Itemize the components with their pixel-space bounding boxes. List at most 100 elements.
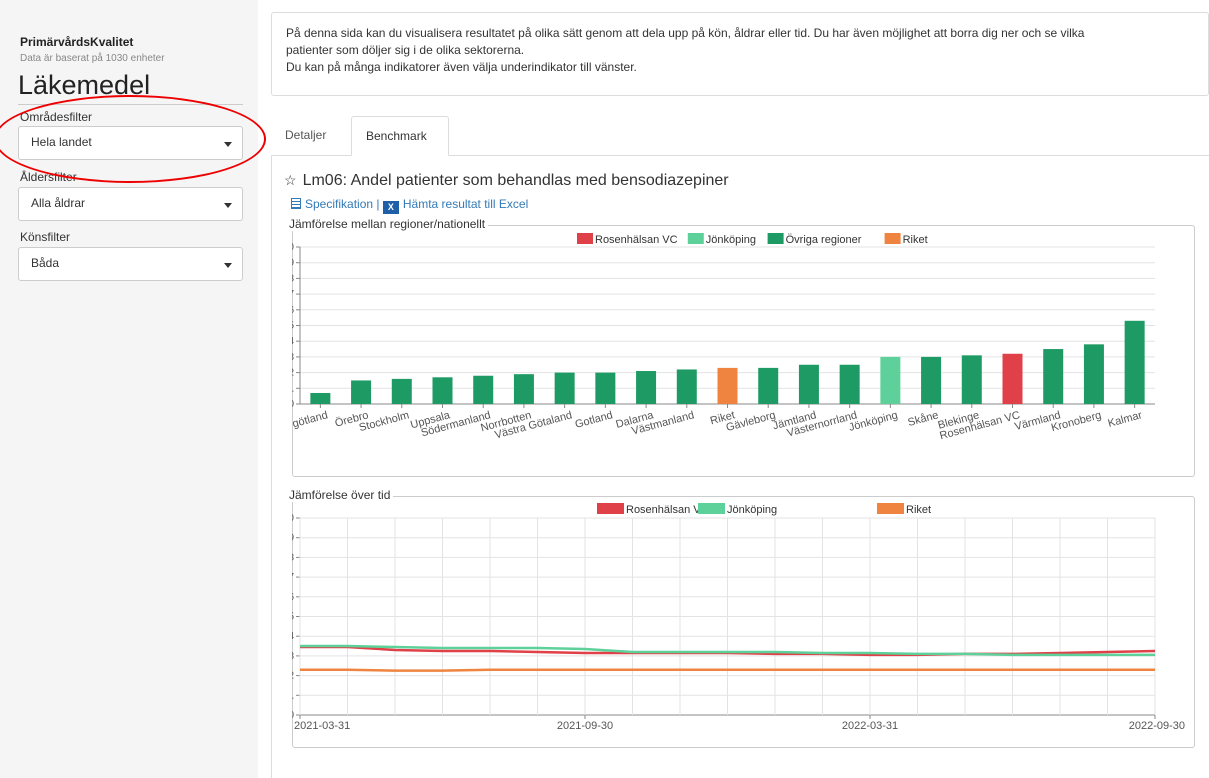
bar (554, 372, 575, 404)
legend-swatch (597, 503, 624, 514)
bar (310, 393, 331, 404)
y-tick-label: 7 (292, 572, 294, 583)
y-tick-label: 9 (292, 533, 294, 544)
bar (758, 367, 779, 404)
y-tick-label: 8 (292, 552, 294, 563)
bar (351, 380, 372, 404)
legend-swatch (577, 233, 593, 244)
legend-label: Rosenhälsan VC (626, 504, 709, 516)
gender-filter-select[interactable]: Båda (18, 247, 243, 281)
info-line: patienter som döljer sig i de olika sekt… (286, 43, 525, 57)
x-tick-label: Kalmar (1107, 409, 1144, 430)
legend-swatch (884, 233, 901, 244)
bar (432, 377, 453, 404)
gender-filter-value: Båda (31, 256, 60, 270)
indicator-title-text: Lm06: Andel patienter som behandlas med … (302, 172, 729, 189)
bar (473, 375, 494, 404)
legend-swatch (687, 233, 704, 244)
app-title: PrimärvårdsKvalitet (20, 35, 134, 49)
y-tick-label: 3 (292, 352, 294, 363)
bar (636, 371, 657, 404)
info-line: På denna sida kan du visualisera resulta… (286, 26, 1085, 40)
y-tick-label: 9 (292, 258, 294, 269)
y-tick-label: 7 (292, 289, 294, 300)
age-filter-value: Alla åldrar (31, 196, 86, 210)
area-filter-value: Hela landet (31, 135, 92, 149)
document-icon (291, 198, 301, 209)
y-tick-label: 10 (292, 513, 294, 524)
chevron-down-icon (224, 263, 232, 268)
tab-bar: Detaljer Benchmark (271, 116, 1209, 156)
y-tick-label: 6 (292, 305, 294, 316)
y-tick-label: 10 (292, 242, 294, 253)
bar (921, 356, 942, 404)
bar (961, 355, 982, 404)
line-chart: 0123456789102021-03-312021-09-302022-03-… (292, 503, 1185, 732)
legend-swatch (698, 503, 725, 514)
series-line (300, 668, 1155, 672)
x-tick-label: 2021-09-30 (557, 720, 613, 732)
gender-filter-label: Könsfilter (20, 230, 71, 244)
bar (1124, 320, 1145, 404)
tab-benchmark[interactable]: Benchmark (351, 116, 449, 156)
bar (513, 374, 534, 404)
excel-export-link[interactable]: Hämta resultat till Excel (403, 197, 528, 211)
bar-chart: 0 1 2 3 4 5 6 7 8 9 10 Rosenhälsan VC Jönköping Övrig… (292, 233, 1155, 442)
y-tick-label: 4 (292, 336, 294, 347)
y-tick-label: 2 (292, 671, 294, 682)
x-tick-label: Gotland (574, 409, 614, 431)
age-filter-select[interactable]: Alla åldrar (18, 187, 243, 221)
chevron-down-icon (224, 203, 232, 208)
bar (798, 364, 819, 404)
x-tick-label: 2022-03-31 (842, 720, 898, 732)
area-filter-label: Områdesfilter (20, 110, 93, 124)
y-tick-label: 1 (292, 690, 294, 701)
info-line: Du kan på många indikatorer även välja u… (286, 60, 637, 74)
bar (1083, 344, 1104, 404)
tab-details[interactable]: Detaljer (271, 116, 350, 156)
y-tick-label: 3 (292, 651, 294, 662)
indicator-title: ☆ Lm06: Andel patienter som behandlas med… (284, 172, 729, 190)
y-tick-label: 8 (292, 273, 294, 284)
chevron-down-icon (224, 142, 232, 147)
legend-label: Rosenhälsan VC (595, 234, 678, 246)
y-tick-label: 2 (292, 368, 294, 379)
bar (1002, 353, 1023, 404)
bar-chart-title: Jämförelse mellan regioner/nationellt (286, 217, 489, 231)
bar (880, 356, 901, 404)
legend-swatch (767, 233, 784, 244)
legend-label: Jönköping (706, 234, 756, 246)
y-tick-label: 0 (292, 399, 294, 410)
bar (717, 367, 738, 404)
legend-label: Jönköping (727, 504, 777, 516)
legend-label: Riket (903, 234, 928, 246)
bar (391, 378, 412, 404)
y-tick-label: 1 (292, 383, 294, 394)
star-icon[interactable]: ☆ (284, 172, 297, 188)
bar (839, 364, 860, 404)
y-tick-label: 5 (292, 321, 294, 332)
page-title: Läkemedel (18, 70, 151, 100)
y-tick-label: 6 (292, 592, 294, 603)
bar (1043, 349, 1064, 404)
specification-link[interactable]: Specifikation (305, 197, 373, 211)
info-box: På denna sida kan du visualisera resulta… (271, 12, 1209, 96)
y-tick-label: 4 (292, 631, 294, 642)
x-tick-label: 2022-09-30 (1129, 720, 1185, 732)
bar (595, 372, 616, 404)
y-tick-label: 5 (292, 612, 294, 623)
legend-label: Övriga regioner (786, 234, 862, 246)
age-filter-label: Åldersfilter (20, 170, 77, 184)
sidebar: PrimärvårdsKvalitet Data är baserat på 1… (0, 0, 258, 778)
indicator-links: Specifikation | X Hämta resultat till Exc… (291, 197, 528, 214)
link-separator: | (376, 197, 380, 211)
area-filter-select[interactable]: Hela landet (18, 126, 243, 160)
divider (18, 104, 243, 105)
x-tick-label: Skåne (907, 409, 940, 429)
x-tick-label: Östergötland (292, 409, 329, 437)
excel-icon: X (382, 201, 399, 214)
x-tick-label: 2021-03-31 (294, 720, 350, 732)
legend-label: Riket (906, 504, 931, 516)
data-note: Data är baserat på 1030 enheter (20, 53, 165, 64)
bar (676, 369, 697, 404)
